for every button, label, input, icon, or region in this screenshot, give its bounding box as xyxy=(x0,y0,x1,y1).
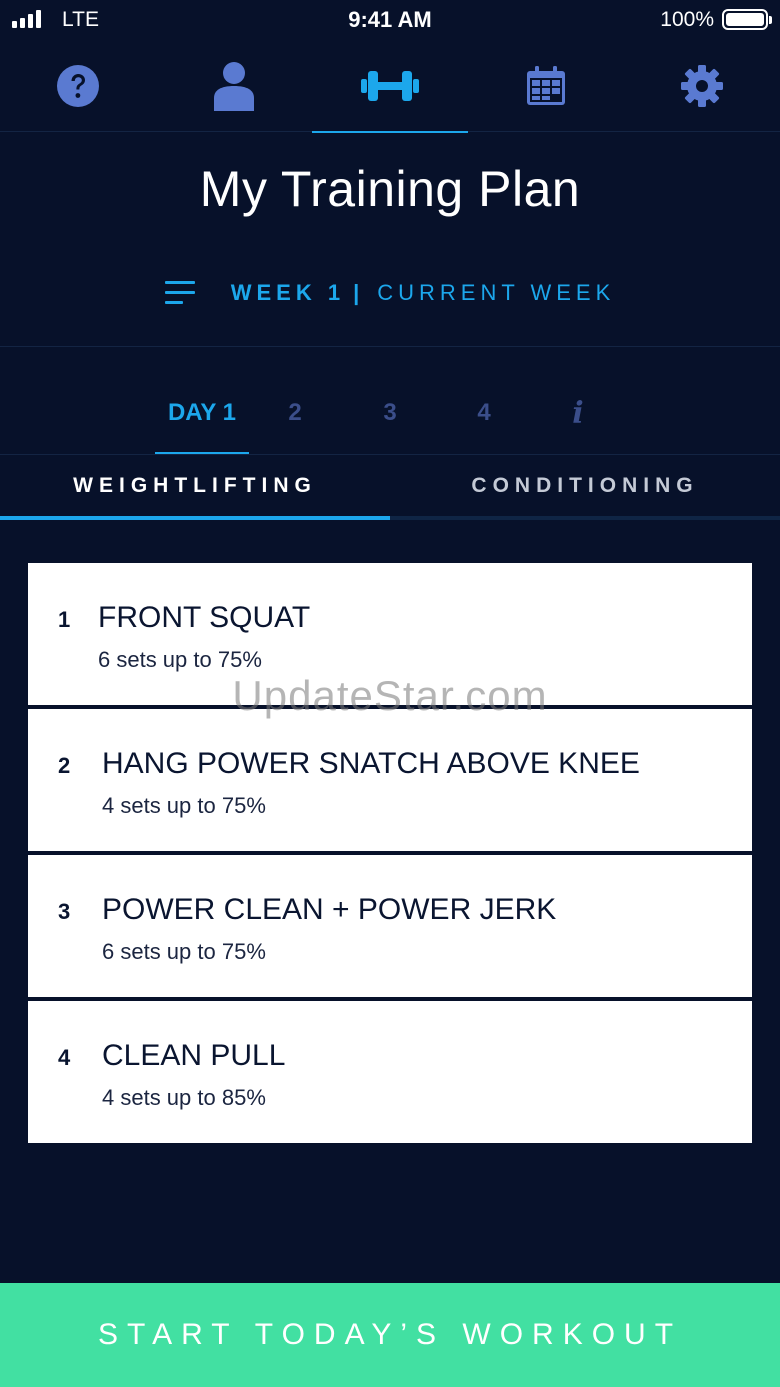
nav-help[interactable] xyxy=(0,40,156,132)
tab-weightlifting[interactable]: WEIGHTLIFTING xyxy=(0,455,390,517)
exercise-detail: 4 sets up to 75% xyxy=(102,793,266,818)
exercise-number: 4 xyxy=(58,1045,71,1070)
top-nav xyxy=(0,40,780,133)
profile-icon xyxy=(214,62,254,111)
tab-info[interactable]: i xyxy=(553,372,603,454)
battery-icon xyxy=(722,9,772,30)
divider xyxy=(0,346,780,347)
exercise-item[interactable]: 4 CLEAN PULL 4 sets up to 85% xyxy=(28,1001,752,1143)
status-bar: LTE 9:41 AM 100% xyxy=(0,0,780,40)
calendar-icon xyxy=(527,66,565,105)
exercise-name: CLEAN PULL xyxy=(102,1039,286,1072)
exercise-list: 1 FRONT SQUAT 6 sets up to 75% 2 HANG PO… xyxy=(28,563,752,1147)
exercise-name: POWER CLEAN + POWER JERK xyxy=(102,893,557,926)
exercise-item[interactable]: 1 FRONT SQUAT 6 sets up to 75% xyxy=(28,563,752,705)
battery-percentage: 100% xyxy=(660,8,714,31)
menu-icon[interactable] xyxy=(164,281,195,305)
exercise-detail: 6 sets up to 75% xyxy=(98,647,262,672)
exercise-detail: 6 sets up to 75% xyxy=(102,939,266,964)
exercise-number: 1 xyxy=(58,607,71,632)
exercise-name: HANG POWER SNATCH ABOVE KNEE xyxy=(102,747,640,780)
exercise-number: 2 xyxy=(58,753,71,778)
tab-conditioning[interactable]: CONDITIONING xyxy=(390,455,780,517)
tab-indicator xyxy=(0,516,390,520)
help-icon xyxy=(57,65,99,107)
tab-day-4[interactable]: 4 xyxy=(459,372,509,454)
start-workout-button[interactable]: START TODAY’S WORKOUT xyxy=(0,1283,780,1387)
exercise-number: 3 xyxy=(58,899,71,924)
nav-training[interactable] xyxy=(312,40,468,133)
current-week-label: CURRENT WEEK xyxy=(377,280,616,305)
tab-day-1[interactable]: DAY 1 xyxy=(155,372,249,454)
dumbbell-icon xyxy=(361,71,419,101)
exercise-item[interactable]: 3 POWER CLEAN + POWER JERK 6 sets up to … xyxy=(28,855,752,997)
exercise-detail: 4 sets up to 85% xyxy=(102,1085,266,1110)
nav-calendar[interactable] xyxy=(468,40,624,132)
page-title: My Training Plan xyxy=(199,161,581,217)
week-label: WEEK 1 xyxy=(230,280,346,305)
exercise-item[interactable]: 2 HANG POWER SNATCH ABOVE KNEE 4 sets up… xyxy=(28,709,752,851)
nav-settings[interactable] xyxy=(624,40,780,132)
nav-profile[interactable] xyxy=(156,40,312,132)
gear-icon xyxy=(681,65,723,107)
category-tabs: WEIGHTLIFTING CONDITIONING xyxy=(0,455,780,521)
exercise-name: FRONT SQUAT xyxy=(98,601,311,634)
week-separator: | xyxy=(353,280,360,305)
week-selector[interactable]: WEEK 1 | CURRENT WEEK xyxy=(0,262,780,324)
day-tabs: DAY 1 2 3 4 i xyxy=(0,372,780,454)
tab-day-2[interactable]: 2 xyxy=(270,372,320,454)
tab-day-3[interactable]: 3 xyxy=(365,372,415,454)
